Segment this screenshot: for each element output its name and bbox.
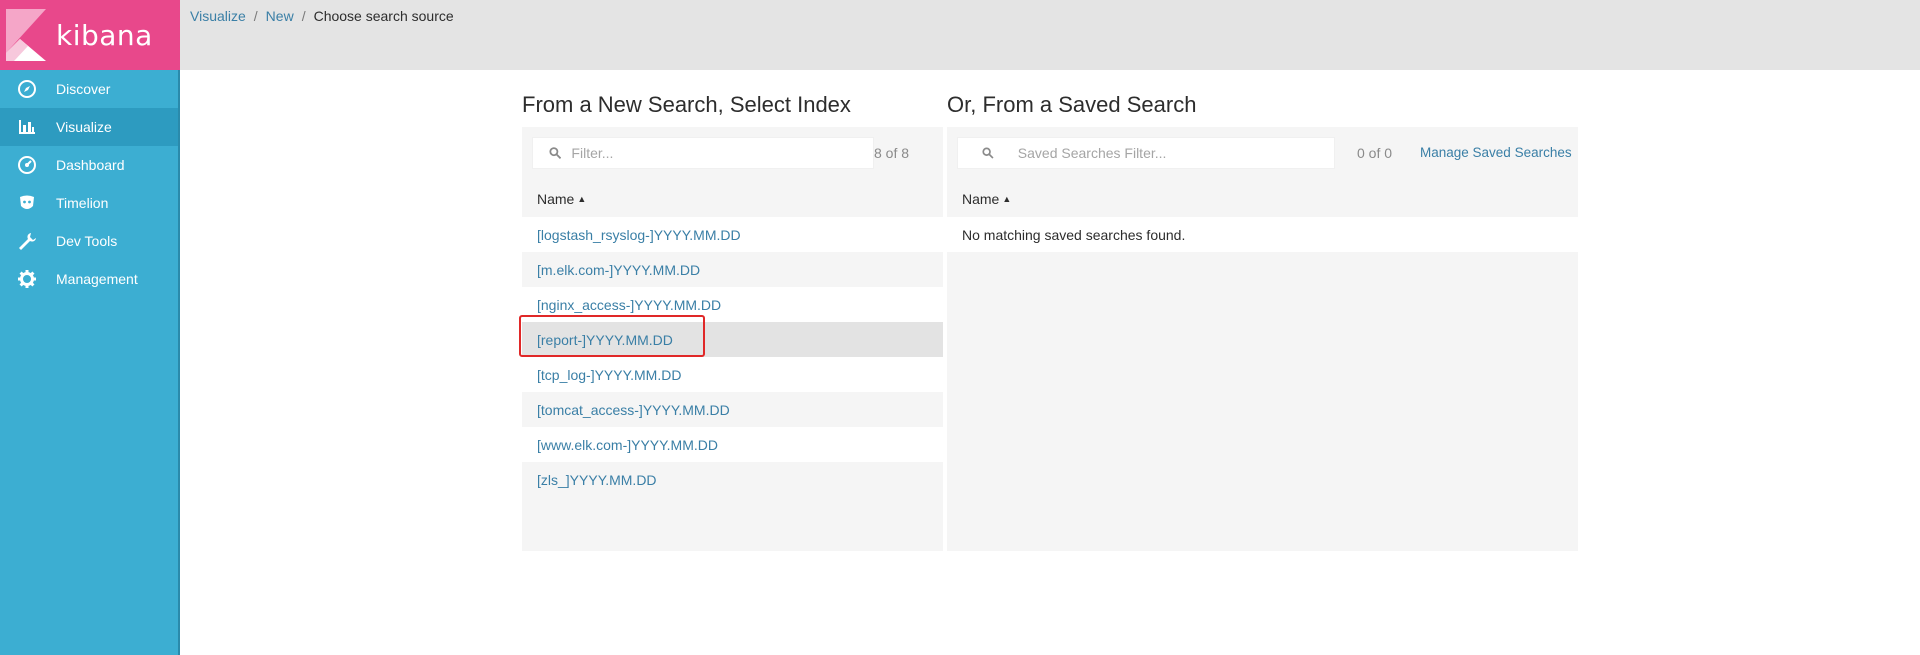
index-filter-box[interactable] [532,137,874,169]
sidebar-item-timelion[interactable]: Timelion [0,184,180,222]
sidebar-item-discover[interactable]: Discover [0,70,180,108]
saved-search-title: Or, From a Saved Search [947,92,1197,117]
index-pattern-row-selected[interactable]: [report-]YYYY.MM.DD [522,322,943,357]
sidebar-item-label: Dashboard [56,157,125,173]
sidebar-item-label: Dev Tools [56,233,118,249]
logo-text: kibana [56,18,153,52]
sidebar: kibana Discover Visualize Dashboard Time… [0,0,180,655]
sidebar-item-visualize[interactable]: Visualize [0,108,180,146]
bar-chart-icon [16,116,38,138]
saved-search-filter-box[interactable] [957,137,1335,169]
dashboard-icon [16,154,38,176]
top-bar: Visualize / New / Choose search source [180,0,1920,70]
index-pattern-row[interactable]: [m.elk.com-]YYYY.MM.DD [522,252,943,287]
kibana-logo-icon [6,9,46,61]
breadcrumb-current: Choose search source [313,8,454,24]
index-count: 8 of 8 [874,145,910,161]
breadcrumb-separator: / [301,8,306,24]
sidebar-item-label: Management [56,271,138,287]
saved-search-filter-input[interactable] [1017,145,1334,161]
saved-search-toolbar: 0 of 0 Manage Saved Searches [947,127,1578,181]
gear-icon [16,268,38,290]
breadcrumb-visualize-link[interactable]: Visualize [190,8,246,24]
sort-ascending-icon: ▲ [577,194,587,204]
timelion-icon [16,192,38,214]
wrench-icon [16,230,38,252]
sidebar-item-management[interactable]: Management [0,260,180,298]
breadcrumb: Visualize / New / Choose search source [190,8,454,24]
sidebar-item-dev-tools[interactable]: Dev Tools [0,222,180,260]
column-header-label: Name [537,191,575,207]
saved-search-panel: 0 of 0 Manage Saved Searches Name ▲ No m… [947,127,1578,551]
sidebar-item-label: Timelion [56,195,109,211]
kibana-logo[interactable]: kibana [0,0,180,70]
index-pattern-row[interactable]: [zls_]YYYY.MM.DD [522,462,943,497]
search-icon [982,147,994,159]
column-header-label: Name [962,191,1000,207]
index-name-column-header[interactable]: Name ▲ [522,181,943,217]
manage-saved-searches-link[interactable]: Manage Saved Searches [1420,145,1572,160]
saved-search-name-column-header[interactable]: Name ▲ [947,181,1578,217]
empty-saved-searches-message: No matching saved searches found. [947,217,1578,252]
saved-search-count: 0 of 0 [1357,145,1393,161]
index-toolbar: 8 of 8 [522,127,943,181]
index-pattern-row[interactable]: [tomcat_access-]YYYY.MM.DD [522,392,943,427]
index-pattern-row[interactable]: [www.elk.com-]YYYY.MM.DD [522,427,943,462]
index-pattern-panel: 8 of 8 Name ▲ [logstash_rsyslog-]YYYY.MM… [522,127,943,551]
sidebar-edge [178,70,180,655]
sort-ascending-icon: ▲ [1002,194,1012,204]
new-search-title: From a New Search, Select Index [522,92,851,117]
breadcrumb-separator: / [253,8,258,24]
sidebar-item-label: Discover [56,81,111,97]
index-pattern-row[interactable]: [tcp_log-]YYYY.MM.DD [522,357,943,392]
breadcrumb-new-link[interactable]: New [266,8,294,24]
index-filter-input[interactable] [571,145,873,161]
compass-icon [16,78,38,100]
sidebar-item-label: Visualize [56,119,112,135]
sidebar-item-dashboard[interactable]: Dashboard [0,146,180,184]
index-pattern-row[interactable]: [logstash_rsyslog-]YYYY.MM.DD [522,217,943,252]
search-icon [549,147,562,159]
index-pattern-row[interactable]: [nginx_access-]YYYY.MM.DD [522,287,943,322]
